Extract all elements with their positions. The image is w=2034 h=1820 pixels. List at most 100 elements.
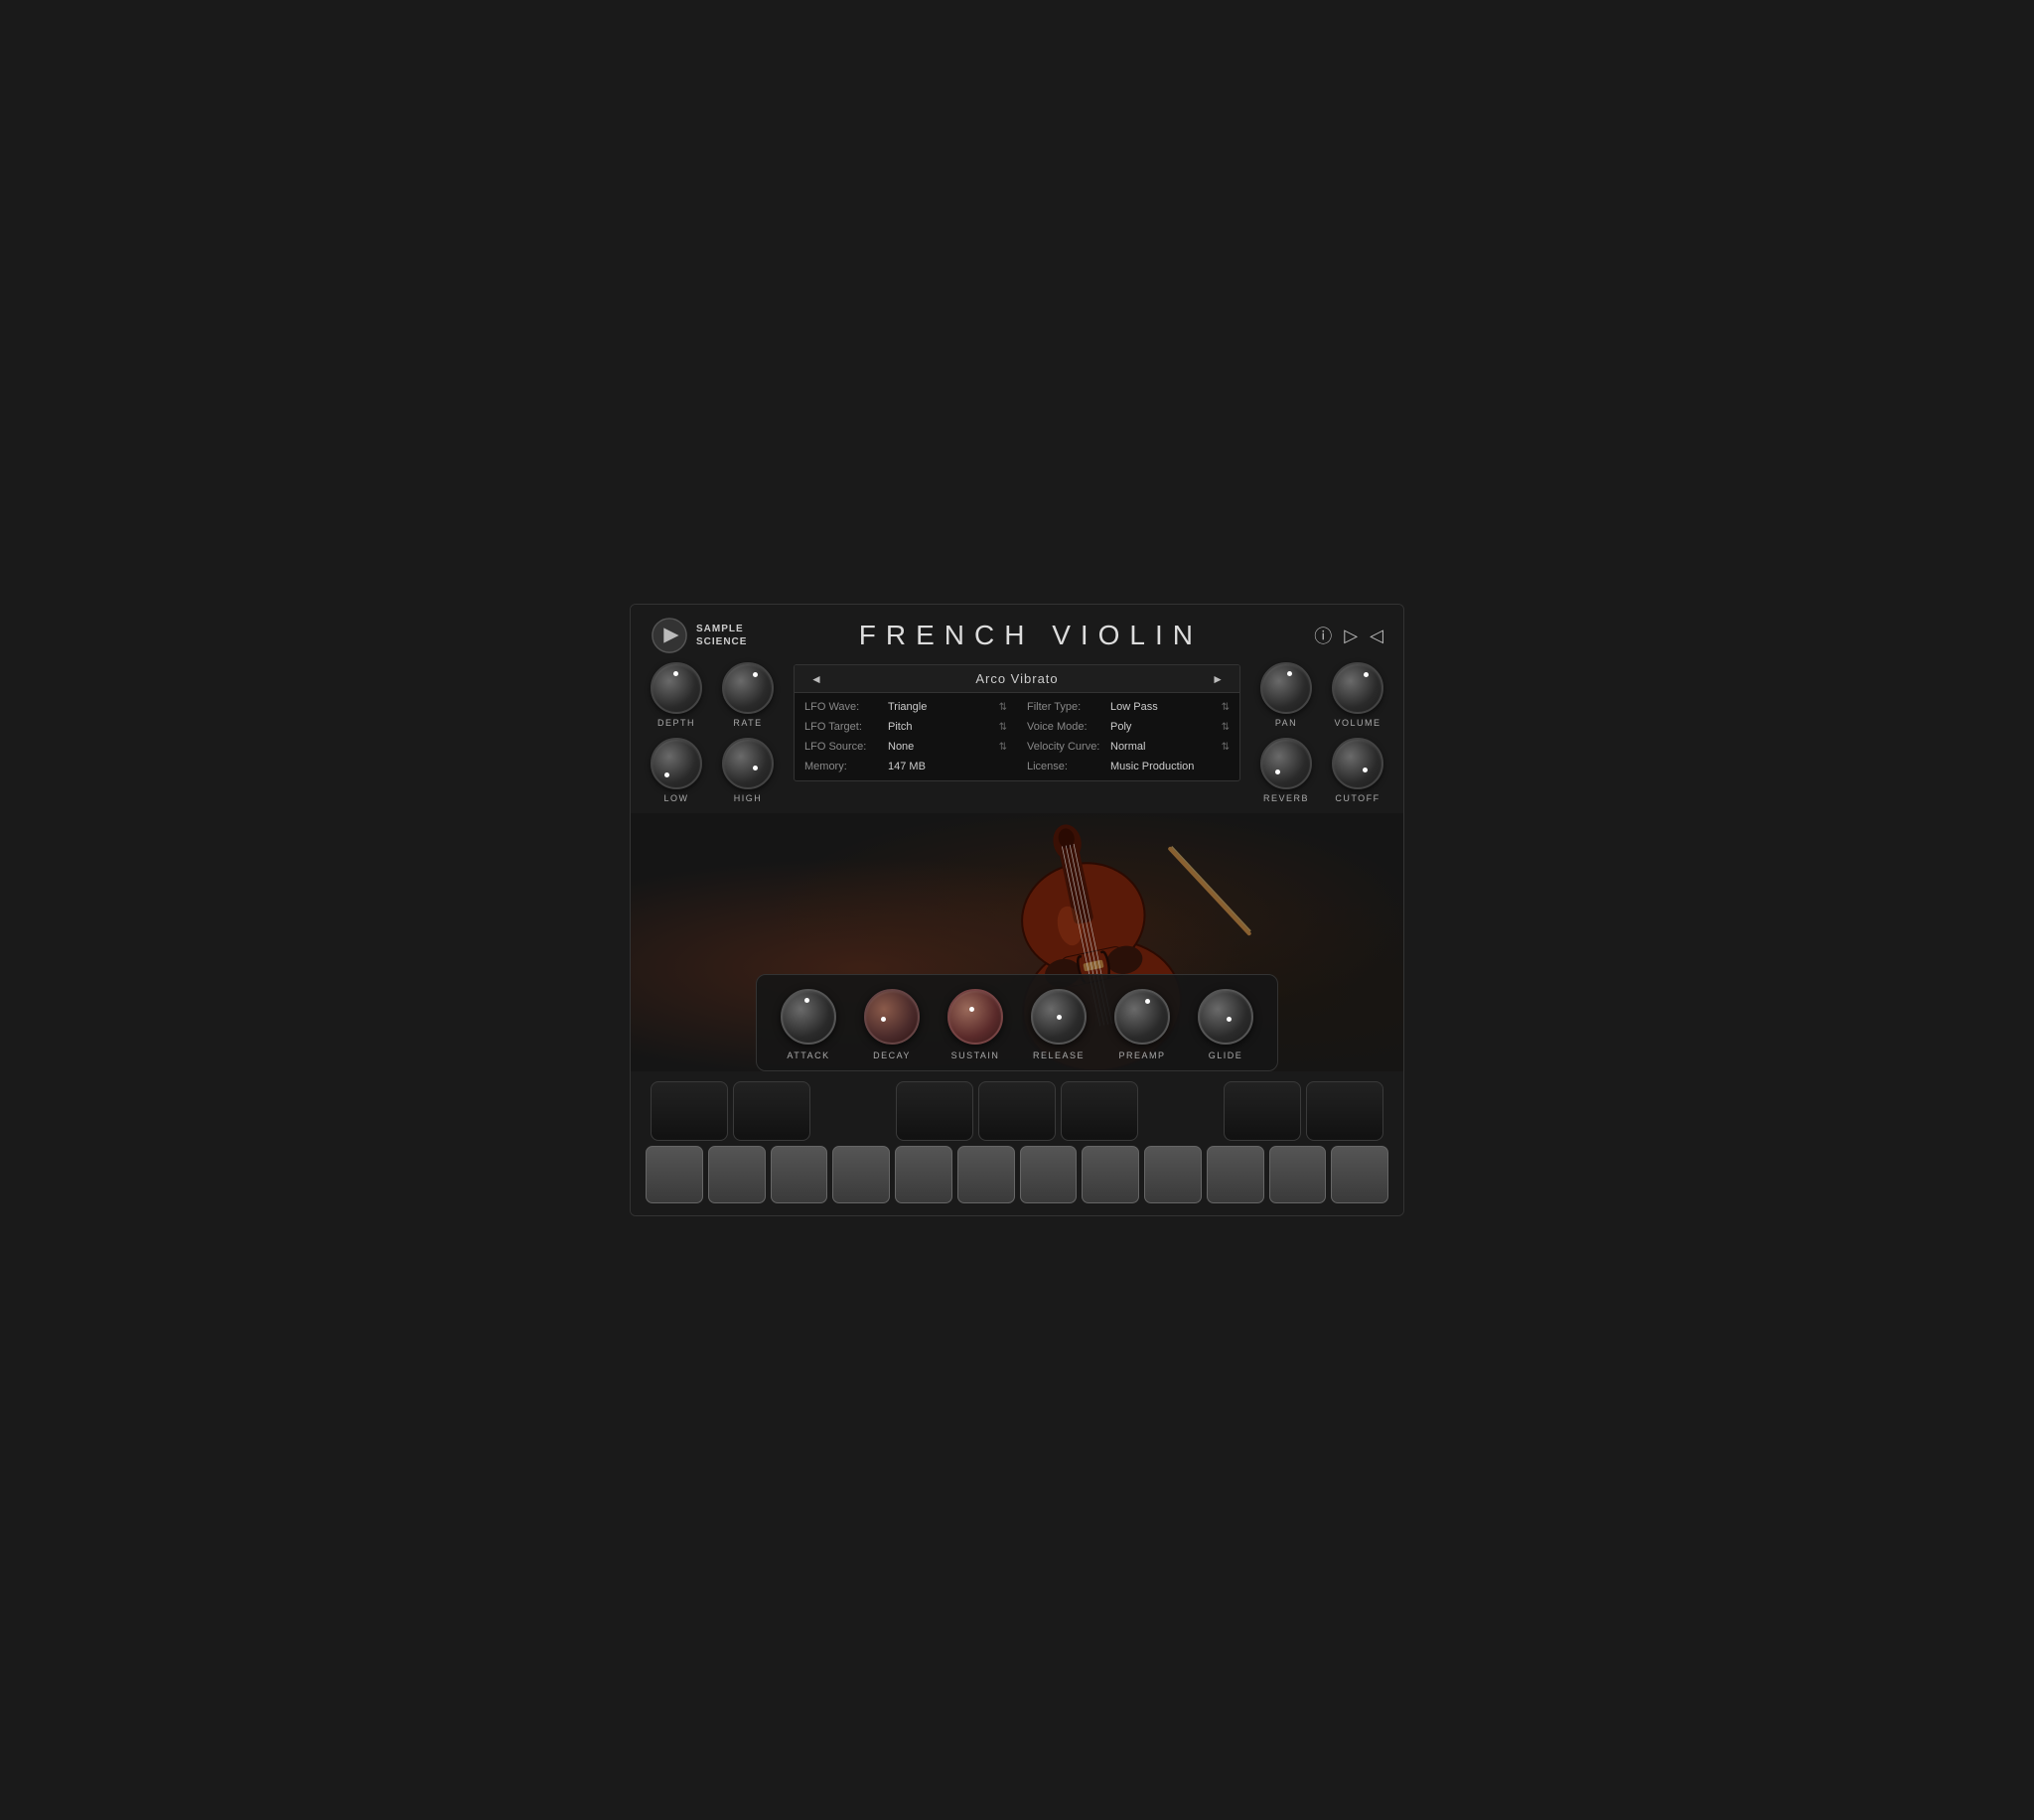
black-key-5[interactable] (1224, 1081, 1301, 1141)
rate-label: RATE (733, 718, 762, 728)
volume-knob[interactable] (1332, 662, 1383, 714)
preset-field-lfo-wave: LFO Wave: Triangle ⇅ (795, 699, 1017, 715)
preset-row-0: LFO Wave: Triangle ⇅ Filter Type: Low Pa… (795, 697, 1239, 717)
white-key-8[interactable] (1144, 1146, 1202, 1203)
main-area: ATTACK DECAY SUSTAIN RELEASE (631, 813, 1403, 1071)
white-key-4[interactable] (895, 1146, 952, 1203)
white-key-6[interactable] (1020, 1146, 1078, 1203)
black-keys-row (646, 1081, 1388, 1141)
glide-knob[interactable] (1198, 989, 1253, 1045)
low-knob-container: LOW (651, 738, 702, 803)
sustain-wrap: SUSTAIN (947, 989, 1003, 1060)
volume-label: VOLUME (1334, 718, 1380, 728)
white-key-1[interactable] (708, 1146, 766, 1203)
white-key-5[interactable] (957, 1146, 1015, 1203)
glide-wrap: GLIDE (1198, 989, 1253, 1060)
white-key-2[interactable] (771, 1146, 828, 1203)
black-key-3[interactable] (978, 1081, 1056, 1141)
preset-prev-button[interactable]: ◄ (806, 672, 826, 686)
cutoff-label: CUTOFF (1335, 793, 1380, 803)
low-knob[interactable] (651, 738, 702, 789)
release-wrap: RELEASE (1031, 989, 1087, 1060)
white-key-0[interactable] (646, 1146, 703, 1203)
preset-field-voice-mode: Voice Mode: Poly ⇅ (1017, 719, 1239, 735)
white-key-7[interactable] (1082, 1146, 1139, 1203)
black-key-4[interactable] (1061, 1081, 1138, 1141)
keyboard-section (631, 1071, 1403, 1215)
play-icon[interactable]: ▷ (1344, 626, 1358, 646)
attack-knob[interactable] (781, 989, 836, 1045)
voice-mode-arrows[interactable]: ⇅ (1222, 722, 1230, 733)
lfo-wave-arrows[interactable]: ⇅ (999, 702, 1007, 713)
black-key-6[interactable] (1306, 1081, 1383, 1141)
attack-label: ATTACK (787, 1050, 829, 1060)
sustain-knob[interactable] (947, 989, 1003, 1045)
reverb-knob[interactable] (1260, 738, 1312, 789)
black-key-gap-1 (1143, 1081, 1219, 1141)
glide-label: GLIDE (1209, 1050, 1243, 1060)
preset-row-3: Memory: 147 MB License: Music Production (795, 757, 1239, 776)
depth-label: DEPTH (657, 718, 695, 728)
preset-field-memory: Memory: 147 MB (795, 759, 1017, 774)
black-key-gap-0 (815, 1081, 891, 1141)
skip-icon[interactable]: ◁ (1370, 626, 1383, 646)
pan-knob-container: PAN (1260, 662, 1312, 728)
cutoff-knob[interactable] (1332, 738, 1383, 789)
decay-label: DECAY (873, 1050, 911, 1060)
decay-wrap: DECAY (864, 989, 920, 1060)
high-knob-container: HIGH (722, 738, 774, 803)
attack-wrap: ATTACK (781, 989, 836, 1060)
rate-knob[interactable] (722, 662, 774, 714)
white-key-11[interactable] (1331, 1146, 1388, 1203)
pan-label: PAN (1275, 718, 1297, 728)
white-key-10[interactable] (1269, 1146, 1327, 1203)
header-icons: ⓘ ▷ ◁ (1314, 623, 1383, 648)
white-key-9[interactable] (1207, 1146, 1264, 1203)
preset-field-lfo-target: LFO Target: Pitch ⇅ (795, 719, 1017, 735)
lfo-source-arrows[interactable]: ⇅ (999, 742, 1007, 753)
logo: SAMPLE SCIENCE (651, 617, 747, 654)
white-key-3[interactable] (832, 1146, 890, 1203)
preset-header: ◄ Arco Vibrato ► (795, 665, 1239, 693)
pan-knob[interactable] (1260, 662, 1312, 714)
high-knob[interactable] (722, 738, 774, 789)
preset-field-velocity-curve: Velocity Curve: Normal ⇅ (1017, 739, 1239, 755)
black-key-2[interactable] (896, 1081, 973, 1141)
info-icon[interactable]: ⓘ (1314, 623, 1332, 648)
low-label: LOW (663, 793, 688, 803)
velocity-curve-arrows[interactable]: ⇅ (1222, 742, 1230, 753)
lfo-target-arrows[interactable]: ⇅ (999, 722, 1007, 733)
reverb-knob-container: REVERB (1260, 738, 1312, 803)
app-title: FRENCH VIOLIN (859, 620, 1203, 651)
preamp-label: PREAMP (1118, 1050, 1165, 1060)
right-knobs: PAN VOLUME REVERB CUTOFF (1260, 662, 1383, 803)
preamp-wrap: PREAMP (1114, 989, 1170, 1060)
black-key-0[interactable] (651, 1081, 728, 1141)
sustain-label: SUSTAIN (951, 1050, 1000, 1060)
depth-knob[interactable] (651, 662, 702, 714)
release-knob[interactable] (1031, 989, 1087, 1045)
left-knobs: DEPTH RATE LOW HIGH (651, 662, 774, 803)
preset-next-button[interactable]: ► (1208, 672, 1228, 686)
logo-icon (651, 617, 688, 654)
preset-field-filter-type: Filter Type: Low Pass ⇅ (1017, 699, 1239, 715)
preset-name: Arco Vibrato (826, 671, 1208, 686)
decay-knob[interactable] (864, 989, 920, 1045)
volume-knob-container: VOLUME (1332, 662, 1383, 728)
preset-field-lfo-source: LFO Source: None ⇅ (795, 739, 1017, 755)
preset-panel: ◄ Arco Vibrato ► LFO Wave: Triangle ⇅ Fi… (794, 664, 1240, 781)
header: SAMPLE SCIENCE FRENCH VIOLIN ⓘ ▷ ◁ (631, 605, 1403, 662)
preset-row-2: LFO Source: None ⇅ Velocity Curve: Norma… (795, 737, 1239, 757)
adsr-panel: ATTACK DECAY SUSTAIN RELEASE (756, 974, 1278, 1071)
app-container: SAMPLE SCIENCE FRENCH VIOLIN ⓘ ▷ ◁ DEPTH (630, 604, 1404, 1216)
cutoff-knob-container: CUTOFF (1332, 738, 1383, 803)
preamp-knob[interactable] (1114, 989, 1170, 1045)
filter-type-arrows[interactable]: ⇅ (1222, 702, 1230, 713)
reverb-label: REVERB (1263, 793, 1309, 803)
preset-field-license: License: Music Production (1017, 759, 1239, 774)
preset-rows: LFO Wave: Triangle ⇅ Filter Type: Low Pa… (795, 693, 1239, 780)
black-key-1[interactable] (733, 1081, 810, 1141)
white-keys-row (646, 1146, 1388, 1203)
high-label: HIGH (734, 793, 763, 803)
depth-knob-container: DEPTH (651, 662, 702, 728)
